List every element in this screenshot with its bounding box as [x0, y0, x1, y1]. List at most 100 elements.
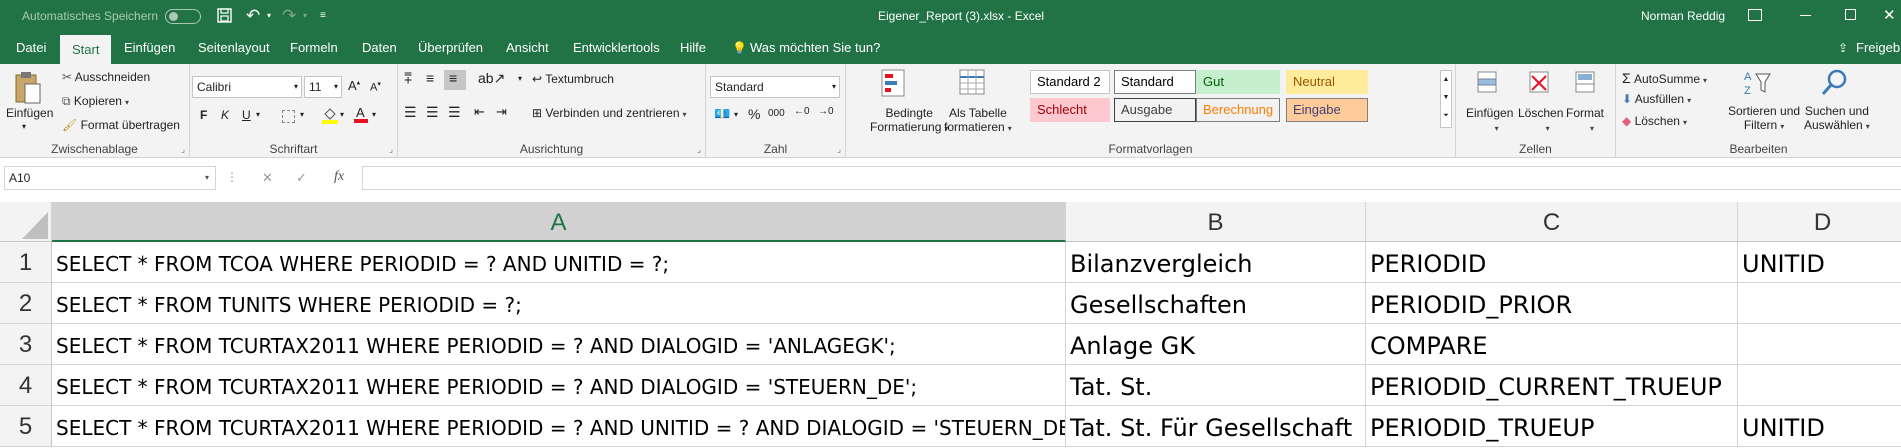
borders-dropdown-icon[interactable]: ▾: [300, 110, 304, 119]
tab-entwicklertools[interactable]: Entwicklertools: [571, 32, 662, 64]
cut-button[interactable]: ✂ Ausschneiden: [62, 70, 150, 84]
cancel-icon[interactable]: ✕: [262, 170, 273, 186]
format-as-table-button[interactable]: Als Tabelle formatieren ▾: [944, 106, 1012, 134]
sort-filter-icon[interactable]: AZ: [1742, 68, 1772, 98]
accounting-dropdown-icon[interactable]: ▾: [734, 110, 738, 119]
align-bottom-icon[interactable]: ≡: [444, 70, 466, 90]
formula-input[interactable]: [362, 166, 1901, 190]
tab-formeln[interactable]: Formeln: [288, 32, 340, 64]
column-header-a[interactable]: A: [52, 202, 1066, 242]
thousands-button[interactable]: 000: [768, 108, 785, 119]
cell-b4[interactable]: Tat. St.: [1066, 365, 1366, 406]
cell-style-schlecht[interactable]: Schlecht: [1030, 98, 1110, 122]
conditional-formatting-button[interactable]: Bedingte Formatierung ▾: [870, 106, 948, 134]
cell-style-eingabe[interactable]: Eingabe: [1286, 98, 1368, 122]
save-icon[interactable]: [217, 8, 232, 23]
font-color-icon[interactable]: A: [354, 105, 368, 123]
cell-c3[interactable]: COMPARE: [1366, 324, 1738, 365]
align-right-icon[interactable]: ☰: [448, 104, 461, 121]
borders-icon[interactable]: [282, 110, 295, 123]
cell-a3[interactable]: SELECT * FROM TCURTAX2011 WHERE PERIODID…: [52, 324, 1066, 365]
minimize-icon[interactable]: [1800, 15, 1811, 16]
cell-b5[interactable]: Tat. St. Für Gesellschaft: [1066, 406, 1366, 447]
paste-icon[interactable]: [12, 70, 42, 106]
tab-einfuegen[interactable]: Einfügen: [122, 32, 177, 64]
merge-center-button[interactable]: ⊞ Verbinden und zentrieren ▾: [532, 106, 687, 120]
gallery-scroll[interactable]: ▲ ▼ ⏷: [1440, 70, 1452, 128]
decrease-decimal-icon[interactable]: →0: [818, 106, 834, 117]
cell-style-ausgabe[interactable]: Ausgabe: [1114, 98, 1196, 122]
lightbulb-icon[interactable]: 💡: [730, 32, 749, 64]
undo-dropdown-icon[interactable]: ▾: [267, 0, 271, 32]
cell-d5[interactable]: UNITID: [1738, 406, 1901, 447]
ribbon-display-options-icon[interactable]: [1748, 9, 1762, 21]
cell-a5[interactable]: SELECT * FROM TCURTAX2011 WHERE PERIODID…: [52, 406, 1066, 447]
tab-seitenlayout[interactable]: Seitenlayout: [196, 32, 272, 64]
paste-button[interactable]: Einfügen: [6, 106, 53, 120]
column-header-b[interactable]: B: [1066, 202, 1366, 242]
align-center-icon[interactable]: ☰: [426, 104, 439, 121]
cell-a2[interactable]: SELECT * FROM TUNITS WHERE PERIODID = ?;: [52, 283, 1066, 324]
bold-button[interactable]: F: [200, 108, 207, 122]
tab-datei[interactable]: Datei: [14, 32, 48, 64]
conditional-formatting-icon[interactable]: [880, 68, 908, 98]
tab-hilfe[interactable]: Hilfe: [678, 32, 708, 64]
cell-style-standard[interactable]: Standard: [1114, 70, 1196, 94]
cell-c4[interactable]: PERIODID_CURRENT_TRUEUP: [1366, 365, 1738, 406]
decrease-indent-icon[interactable]: ⇤: [474, 104, 485, 120]
cell-b3[interactable]: Anlage GK: [1066, 324, 1366, 365]
percent-button[interactable]: %: [748, 106, 760, 122]
orientation-icon[interactable]: ab↗: [478, 70, 505, 87]
name-box[interactable]: A10 ▾: [4, 166, 216, 190]
cell-c2[interactable]: PERIODID_PRIOR: [1366, 283, 1738, 324]
font-size-select[interactable]: 11 ▾: [304, 76, 342, 98]
increase-decimal-icon[interactable]: ←0: [794, 106, 810, 117]
fill-color-icon[interactable]: [322, 106, 338, 124]
decrease-font-icon[interactable]: A▾: [370, 80, 381, 94]
align-top-icon[interactable]: ⩱: [404, 70, 412, 87]
undo-icon[interactable]: ↶: [246, 0, 260, 32]
column-header-c[interactable]: C: [1366, 202, 1738, 242]
restore-icon[interactable]: [1845, 9, 1856, 20]
orientation-dropdown-icon[interactable]: ▾: [518, 74, 522, 83]
paste-dropdown-icon[interactable]: ▾: [22, 122, 26, 131]
select-all-corner[interactable]: [0, 202, 52, 242]
autosum-button[interactable]: Σ AutoSumme ▾: [1622, 70, 1707, 86]
italic-button[interactable]: K: [221, 108, 229, 122]
share-icon[interactable]: ⇪: [1836, 32, 1850, 64]
tab-ueberpruefen[interactable]: Überprüfen: [416, 32, 485, 64]
number-format-select[interactable]: Standard ▾: [710, 76, 840, 98]
accounting-format-icon[interactable]: 💶: [714, 106, 730, 122]
cell-d2[interactable]: [1738, 283, 1901, 324]
cell-d4[interactable]: [1738, 365, 1901, 406]
wrap-text-button[interactable]: ↩ Textumbruch: [532, 72, 614, 86]
font-name-select[interactable]: Calibri ▾: [192, 76, 302, 98]
delete-cells-button[interactable]: Löschen ▾: [1518, 106, 1563, 134]
row-header[interactable]: 2: [0, 283, 52, 324]
tell-me-search[interactable]: Was möchten Sie tun?: [748, 32, 882, 64]
column-header-d[interactable]: D: [1738, 202, 1901, 242]
align-left-icon[interactable]: ☰: [404, 104, 417, 121]
cell-b1[interactable]: Bilanzvergleich: [1066, 242, 1366, 283]
insert-function-icon[interactable]: fx: [334, 169, 344, 185]
find-select-icon[interactable]: [1820, 68, 1850, 98]
share-button[interactable]: Freigeb: [1854, 32, 1901, 64]
insert-cells-button[interactable]: Einfügen ▾: [1466, 106, 1513, 134]
increase-font-icon[interactable]: A▴: [348, 78, 360, 93]
format-cells-button[interactable]: Format ▾: [1566, 106, 1604, 134]
underline-button[interactable]: U: [242, 108, 251, 122]
row-header[interactable]: 4: [0, 365, 52, 406]
cell-c5[interactable]: PERIODID_TRUEUP: [1366, 406, 1738, 447]
sort-filter-button[interactable]: Sortieren und Filtern ▾: [1728, 104, 1800, 132]
cell-style-standard-2[interactable]: Standard 2: [1030, 70, 1110, 94]
cell-style-berechnung[interactable]: Berechnung: [1196, 98, 1280, 122]
insert-cells-icon[interactable]: [1474, 68, 1500, 96]
customize-toolbar-icon[interactable]: ≡: [320, 0, 326, 32]
close-icon[interactable]: ✕: [1883, 0, 1896, 32]
format-cells-icon[interactable]: [1572, 68, 1598, 96]
find-select-button[interactable]: Suchen und Auswählen ▾: [1804, 104, 1870, 132]
row-header[interactable]: 1: [0, 242, 52, 283]
align-middle-icon[interactable]: ≡: [426, 70, 434, 86]
dialog-launcher-icon[interactable]: ⌟: [389, 145, 393, 154]
fill-button[interactable]: ⬇ Ausfüllen ▾: [1622, 92, 1691, 106]
